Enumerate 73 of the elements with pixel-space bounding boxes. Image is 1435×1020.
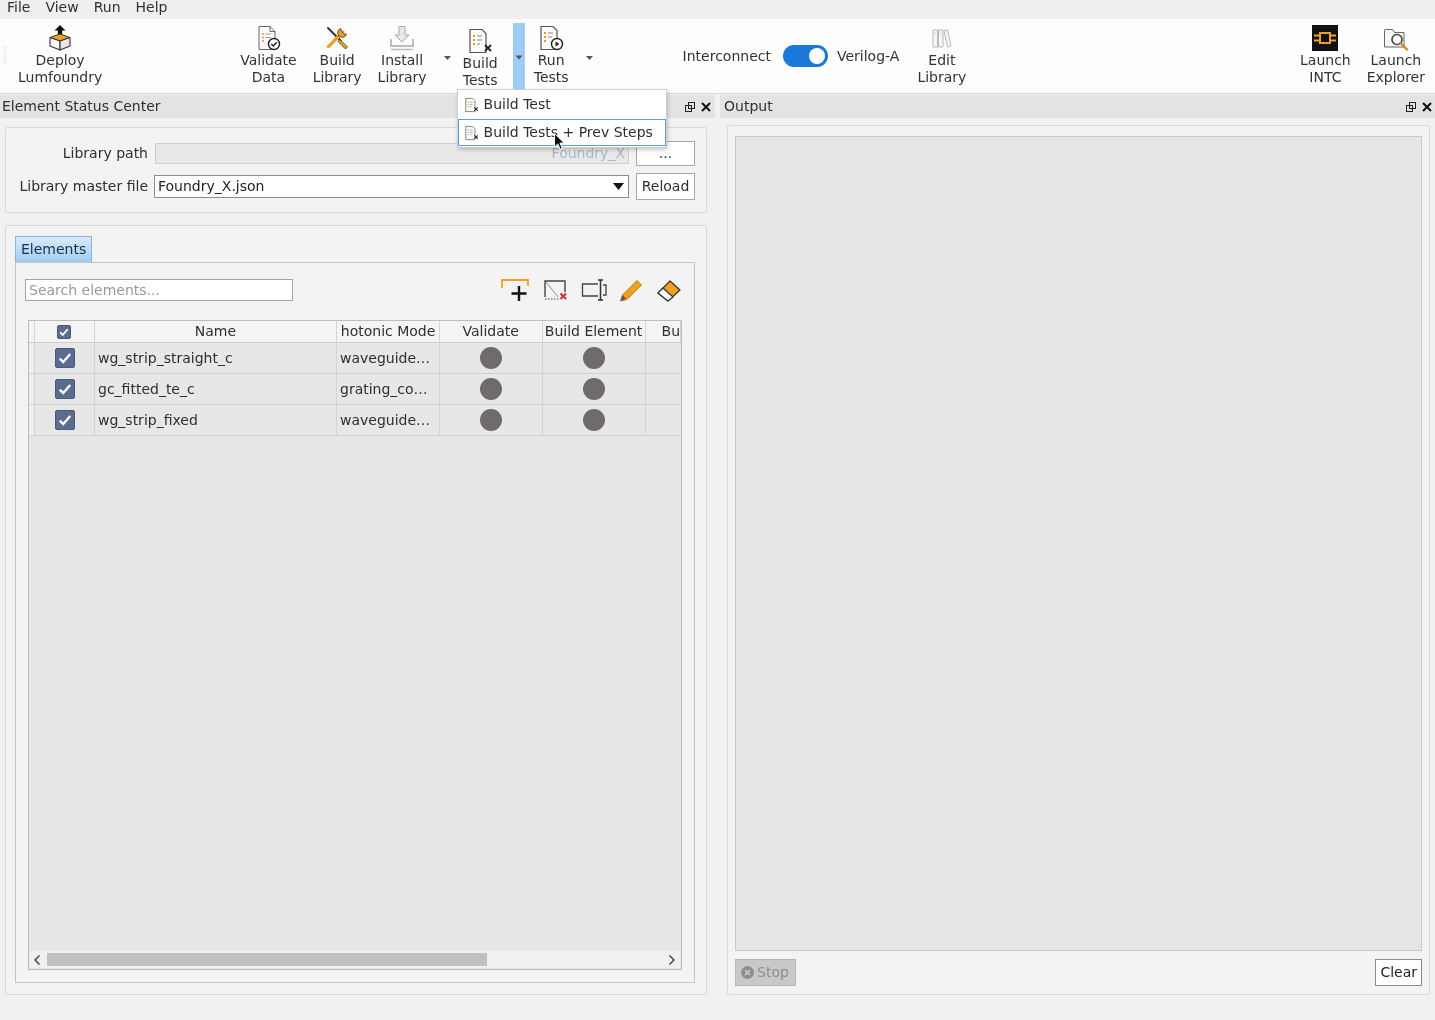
panel-title: Element Status Center (2, 97, 161, 116)
menu-item[interactable]: File (7, 0, 31, 15)
toolbar-button[interactable]: Launch INTC (1293, 25, 1358, 86)
document-list-icon (463, 124, 479, 141)
scroll-left-icon[interactable] (34, 954, 40, 965)
clear-button[interactable]: Clear (1375, 959, 1422, 986)
document-list-icon (467, 28, 494, 54)
add-frame-icon[interactable] (501, 278, 531, 302)
menu-item[interactable]: Run (93, 0, 121, 15)
toolbar-button[interactable]: Deploy Lumfoundry (11, 25, 110, 86)
checkmark-icon (57, 382, 72, 396)
column-header[interactable]: Bu (645, 321, 681, 342)
document-play-icon (538, 25, 565, 51)
toolbar-button[interactable]: Install Library (370, 25, 434, 86)
column-header[interactable]: hotonic Mode (336, 321, 440, 342)
toolbar-button[interactable]: Launch Explorer (1359, 25, 1432, 86)
float-window-icon[interactable] (685, 101, 695, 112)
menu-item[interactable]: Help (135, 0, 168, 15)
menu-item[interactable]: Build Test (457, 91, 666, 118)
horizontal-scrollbar[interactable] (30, 951, 680, 968)
float-window-icon[interactable] (1406, 101, 1416, 112)
menu-item[interactable]: View (45, 0, 79, 15)
scrollbar-thumb[interactable] (47, 953, 487, 966)
books-icon (931, 28, 952, 48)
toggle-switch[interactable] (782, 45, 828, 67)
column-header[interactable]: Build Element (542, 321, 646, 342)
checkmark-icon (59, 326, 70, 337)
tab[interactable]: Elements (15, 236, 93, 262)
toolbar-button[interactable]: Validate Data (233, 25, 304, 86)
menu-item[interactable]: Build Tests + Prev Steps (457, 119, 666, 146)
field-label: Library master file (19, 177, 148, 196)
table-cell: wg_strip_fixed (95, 405, 337, 435)
table-cell: waveguide… (337, 343, 440, 373)
dropdown-caret-icon (613, 183, 624, 190)
chip-icon (1312, 25, 1339, 51)
close-icon[interactable] (1422, 101, 1432, 112)
toggle-label: Interconnect (682, 46, 771, 66)
text-field-cursor-icon[interactable] (581, 278, 607, 302)
frame-delete-icon[interactable] (543, 278, 569, 302)
caret-icon[interactable] (586, 55, 594, 60)
document-check-icon (255, 25, 282, 51)
checkbox[interactable] (54, 379, 75, 399)
document-list-icon (463, 96, 479, 113)
column-header[interactable]: Name (94, 321, 337, 342)
checkbox[interactable] (54, 410, 75, 430)
checkbox[interactable] (57, 324, 72, 339)
panel-title: Output (724, 97, 773, 116)
toggle-label: Verilog-A (836, 46, 900, 66)
x-circle-icon (741, 966, 754, 979)
table-cell: grating_co… (337, 374, 440, 404)
table-cell: gc_fitted_te_c (95, 374, 337, 404)
eraser-icon[interactable] (656, 278, 682, 302)
pencil-icon[interactable] (619, 278, 644, 302)
search-field[interactable]: Search elements... (25, 279, 293, 301)
toolbar-button[interactable]: Run Tests (526, 25, 576, 86)
toolbar-button[interactable]: Build Library (305, 25, 369, 86)
checkmark-icon (57, 413, 72, 427)
box-arrow-up-icon (47, 25, 74, 51)
wrench-screwdriver-icon (324, 25, 351, 51)
reload-button[interactable]: Reload (636, 173, 695, 200)
field-label: Library path (62, 144, 148, 163)
toolbar-button[interactable]: Edit Library (910, 25, 974, 86)
toolbar-button[interactable]: Build Tests (455, 28, 505, 89)
tray-download-icon (389, 25, 416, 51)
checkmark-icon (57, 351, 72, 365)
master-file-dropdown[interactable]: Foundry_X.json (154, 175, 629, 198)
checkbox[interactable] (54, 348, 75, 368)
close-icon[interactable] (701, 101, 711, 112)
table-cell: waveguide… (337, 405, 440, 435)
scroll-right-icon[interactable] (669, 954, 675, 965)
column-header[interactable]: Validate (439, 321, 543, 342)
caret-icon[interactable] (444, 55, 452, 60)
table-cell: wg_strip_straight_c (95, 343, 337, 373)
